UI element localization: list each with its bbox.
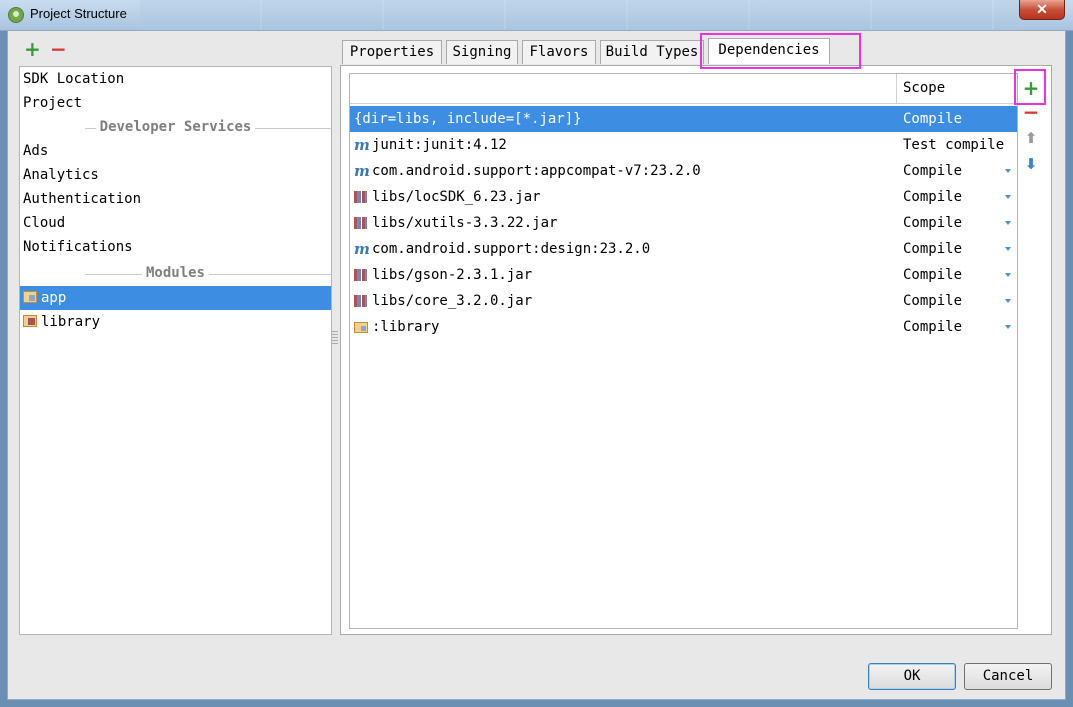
chevron-down-icon[interactable] — [1005, 221, 1011, 225]
table-header: Scope — [350, 74, 1017, 104]
dependency-row[interactable]: libs/gson-2.3.1.jar Compile — [350, 262, 1017, 288]
jar-icon — [354, 210, 370, 236]
dependency-name: libs/xutils-3.3.22.jar — [372, 215, 558, 231]
move-down-icon[interactable]: ⬇ — [1018, 151, 1044, 177]
background-editor-tabs — [140, 0, 1020, 30]
dependency-scope[interactable]: Compile — [903, 236, 962, 262]
splitter-handle[interactable] — [332, 331, 338, 345]
dependency-name: junit:junit:4.12 — [372, 137, 507, 153]
title-bar: Project Structure ✕ — [0, 0, 1073, 31]
dependency-row[interactable]: m com.android.support:design:23.2.0 Comp… — [350, 236, 1017, 262]
project-structure-window: Project Structure ✕ + − SDK Location Pro… — [0, 0, 1073, 707]
maven-icon: m — [354, 240, 370, 258]
add-module-icon[interactable]: + — [24, 39, 41, 59]
close-button[interactable]: ✕ — [1019, 0, 1065, 20]
sidebar: SDK Location Project Developer Services … — [19, 66, 332, 635]
jar-icon — [354, 184, 370, 210]
module-icon — [354, 314, 370, 340]
dependency-actions: + − ⬆ ⬇ — [1018, 73, 1044, 629]
tab-dependencies[interactable]: Dependencies — [708, 38, 830, 64]
chevron-down-icon[interactable] — [1005, 169, 1011, 173]
column-separator[interactable] — [896, 74, 897, 104]
dependency-row[interactable]: m com.android.support:appcompat-v7:23.2.… — [350, 158, 1017, 184]
dialog-body: + − SDK Location Project Developer Servi… — [7, 30, 1066, 700]
maven-icon: m — [354, 136, 370, 154]
tab-properties[interactable]: Properties — [342, 40, 442, 64]
dependency-name: libs/core_3.2.0.jar — [372, 293, 533, 309]
chevron-down-icon[interactable] — [1005, 247, 1011, 251]
sidebar-item-analytics[interactable]: Analytics — [20, 163, 331, 187]
dependency-row[interactable]: libs/core_3.2.0.jar Compile — [350, 288, 1017, 314]
maven-icon: m — [354, 162, 370, 180]
dependency-name: :library — [372, 319, 440, 335]
dependency-scope[interactable]: Compile — [903, 184, 962, 210]
dependency-scope[interactable]: Compile — [903, 106, 962, 132]
dependency-row[interactable]: :library Compile — [350, 314, 1017, 340]
tab-build-types[interactable]: Build Types — [600, 40, 704, 64]
sidebar-item-cloud[interactable]: Cloud — [20, 211, 331, 235]
dependency-scope[interactable]: Compile — [903, 210, 962, 236]
jar-icon — [354, 262, 370, 288]
dependency-row[interactable]: libs/locSDK_6.23.jar Compile — [350, 184, 1017, 210]
sidebar-item-sdk-location[interactable]: SDK Location — [20, 67, 331, 91]
module-item-library[interactable]: library — [20, 310, 331, 334]
add-dependency-icon[interactable]: + — [1018, 75, 1044, 101]
dependency-scope[interactable]: Compile — [903, 314, 962, 340]
module-icon — [23, 291, 37, 303]
scope-column-header[interactable]: Scope — [903, 80, 945, 96]
dependency-row[interactable]: {dir=libs, include=[*.jar]} Compile — [350, 106, 1017, 132]
dependency-scope[interactable]: Compile — [903, 288, 962, 314]
cancel-button[interactable]: Cancel — [964, 663, 1052, 690]
remove-module-icon[interactable]: − — [50, 39, 67, 59]
tab-flavors[interactable]: Flavors — [522, 40, 596, 64]
library-module-icon — [23, 315, 37, 327]
chevron-down-icon[interactable] — [1005, 299, 1011, 303]
module-label: library — [41, 314, 101, 330]
ok-button[interactable]: OK — [868, 663, 956, 690]
dependency-name: libs/gson-2.3.1.jar — [372, 267, 533, 283]
move-up-icon[interactable]: ⬆ — [1018, 125, 1044, 151]
window-title: Project Structure — [30, 6, 127, 21]
chevron-down-icon[interactable] — [1005, 195, 1011, 199]
sidebar-item-ads[interactable]: Ads — [20, 139, 331, 163]
module-item-app[interactable]: app — [20, 286, 331, 310]
remove-dependency-icon[interactable]: − — [1018, 99, 1044, 125]
sidebar-item-authentication[interactable]: Authentication — [20, 187, 331, 211]
dependency-name: libs/locSDK_6.23.jar — [372, 189, 541, 205]
dependency-name: com.android.support:appcompat-v7:23.2.0 — [372, 163, 701, 179]
jar-icon — [354, 288, 370, 314]
sidebar-item-notifications[interactable]: Notifications — [20, 235, 331, 259]
dependency-row[interactable]: libs/xutils-3.3.22.jar Compile — [350, 210, 1017, 236]
dependency-scope[interactable]: Compile — [903, 262, 962, 288]
dependency-scope[interactable]: Test compile — [903, 132, 1004, 158]
chevron-down-icon[interactable] — [1005, 325, 1011, 329]
chevron-down-icon[interactable] — [1005, 273, 1011, 277]
modules-header: Modules — [20, 263, 331, 283]
tab-signing[interactable]: Signing — [446, 40, 518, 64]
dependencies-table: Scope {dir=libs, include=[*.jar]} Compil… — [349, 73, 1018, 629]
dependency-name: {dir=libs, include=[*.jar]} — [354, 111, 582, 127]
sidebar-item-project[interactable]: Project — [20, 91, 331, 115]
module-label: app — [41, 290, 67, 306]
developer-services-header: Developer Services — [20, 117, 331, 137]
dependency-scope[interactable]: Compile — [903, 158, 962, 184]
android-studio-icon — [8, 7, 24, 23]
dependency-name: com.android.support:design:23.2.0 — [372, 241, 651, 257]
dependency-row[interactable]: m junit:junit:4.12 Test compile — [350, 132, 1017, 158]
